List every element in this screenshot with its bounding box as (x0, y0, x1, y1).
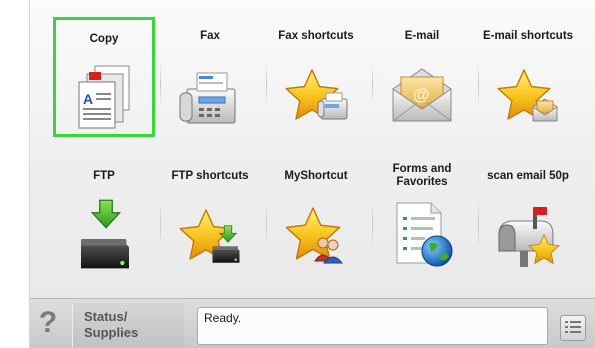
copy-icon: A (78, 65, 130, 129)
email-tile[interactable]: E-mail @ (371, 17, 473, 137)
ftp-shortcuts-label: FTP shortcuts (171, 169, 249, 182)
list-icon (565, 321, 581, 333)
scan-email-tile[interactable]: scan email 50p (477, 157, 579, 277)
email-shortcuts-tile[interactable]: E-mail shortcuts (477, 17, 579, 137)
email-icon: @ (392, 68, 452, 122)
ftp-shortcuts-icon (179, 209, 240, 263)
status-bar: ? Status/ Supplies Ready. (30, 298, 595, 348)
ftp-tile[interactable]: FTP (53, 157, 155, 277)
help-icon: ? (38, 306, 58, 339)
fax-shortcuts-tile[interactable]: Fax shortcuts (265, 17, 367, 137)
help-button[interactable]: ? (32, 301, 64, 345)
myshortcut-tile[interactable]: MyShortcut (265, 157, 367, 277)
ftp-icon (81, 199, 129, 269)
fax-label: Fax (200, 29, 220, 42)
svg-text:@: @ (413, 85, 430, 104)
fax-shortcuts-icon (285, 69, 348, 120)
status-supplies-line2: Supplies (84, 325, 139, 340)
printer-home-screen: Copy A Fax Fax shortcuts E-mail @ E-mail… (29, 0, 595, 348)
forms-favorites-icon (396, 202, 453, 267)
copy-tile[interactable]: Copy A (53, 17, 155, 137)
status-supplies-line1: Status/ (84, 309, 128, 324)
svg-text:A: A (83, 91, 93, 107)
menu-button[interactable] (560, 315, 586, 341)
email-shortcuts-label: E-mail shortcuts (482, 29, 574, 42)
myshortcut-label: MyShortcut (284, 169, 348, 182)
myshortcut-icon (285, 207, 344, 264)
ftp-shortcuts-tile[interactable]: FTP shortcuts (159, 157, 261, 277)
fax-icon (179, 72, 236, 124)
scan-email-icon (498, 207, 560, 267)
email-shortcuts-icon (497, 69, 558, 122)
email-label: E-mail (404, 29, 440, 42)
status-message: Ready. (197, 307, 548, 345)
status-message-text: Ready. (204, 311, 242, 325)
scan-email-label: scan email 50p (487, 169, 569, 182)
status-supplies-button[interactable]: Status/ Supplies (72, 303, 184, 347)
ftp-label: FTP (93, 169, 115, 182)
fax-tile[interactable]: Fax (159, 17, 261, 137)
forms-favorites-label: Forms and Favorites (392, 163, 452, 188)
forms-favorites-tile[interactable]: Forms and Favorites (371, 157, 473, 277)
fax-shortcuts-label: Fax shortcuts (278, 29, 354, 42)
copy-label: Copy (89, 32, 119, 45)
